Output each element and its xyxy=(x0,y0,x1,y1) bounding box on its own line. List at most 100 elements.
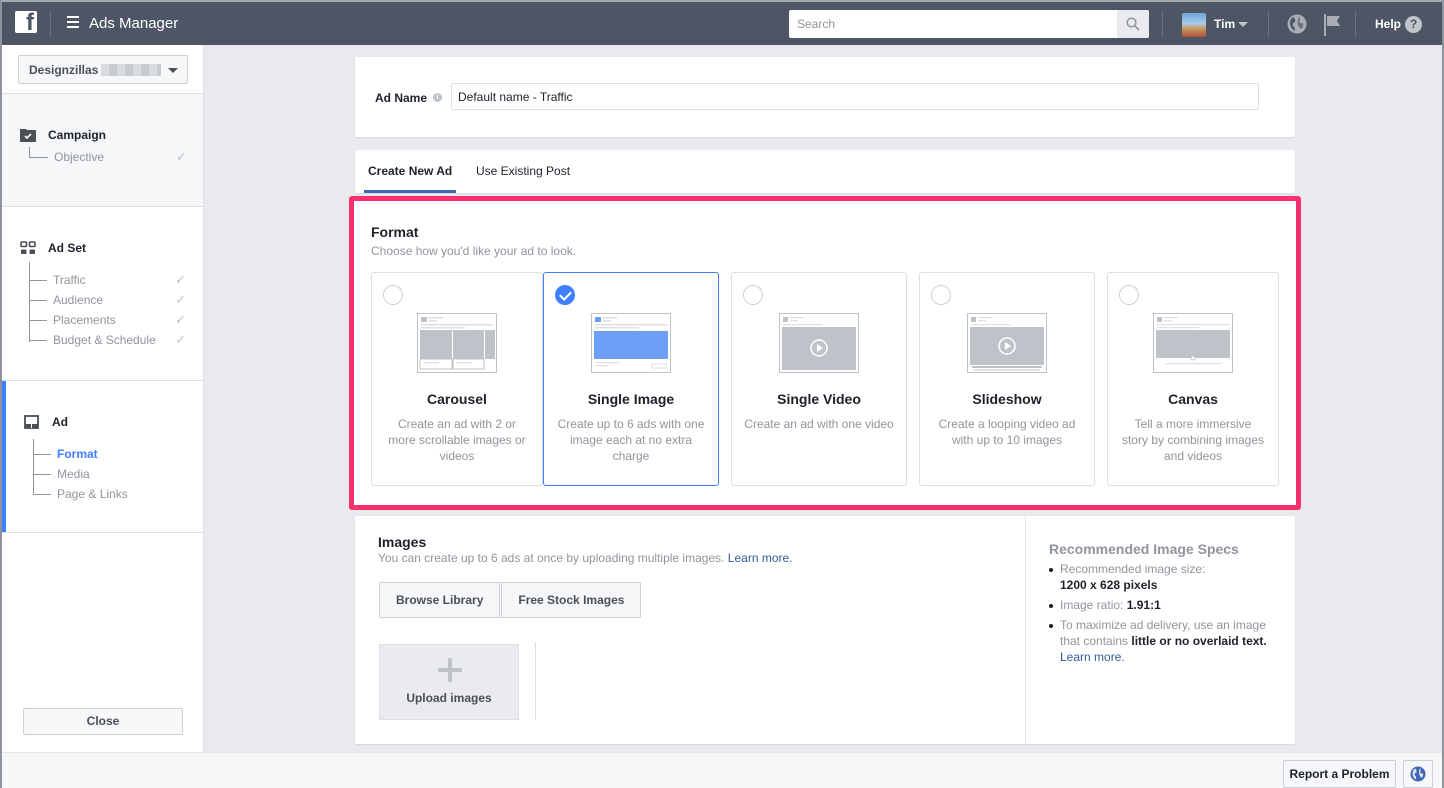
sidebar-item-campaign[interactable]: Campaign xyxy=(20,128,106,142)
spec-value: 1200 x 628 pixels xyxy=(1060,578,1158,592)
carousel-thumbnail-icon xyxy=(417,313,497,373)
sidebar-item-label: Traffic xyxy=(53,273,86,287)
flag-icon[interactable] xyxy=(1322,13,1342,37)
single-video-thumbnail-icon xyxy=(779,313,859,373)
top-navigation-bar: f Ads Manager Tim Help ? xyxy=(0,0,1444,45)
checkmark-icon: ✓ xyxy=(175,312,186,327)
sidebar-item-label: Budget & Schedule xyxy=(53,333,156,347)
redacted-account-id xyxy=(101,63,162,76)
format-subtitle: Choose how you'd like your ad to look. xyxy=(371,244,577,258)
checkmark-icon: ✓ xyxy=(175,272,186,287)
chevron-down-icon xyxy=(168,68,178,73)
plus-icon xyxy=(438,658,462,682)
recommended-image-specs: Recommended Image Specs Recommended imag… xyxy=(1049,541,1279,669)
ad-name-label: Ad Name xyxy=(375,91,428,105)
spec-value: 1.91:1 xyxy=(1126,598,1161,612)
checkmark-icon: ✓ xyxy=(175,332,186,347)
radio-button[interactable] xyxy=(1119,285,1139,305)
spec-item-text: To maximize ad delivery, use an image th… xyxy=(1049,617,1279,665)
sidebar-item-label: Format xyxy=(57,447,98,461)
divider xyxy=(535,642,536,720)
sidebar-item-audience[interactable]: Audience ✓ xyxy=(29,290,189,310)
spec-item-ratio: Image ratio: 1.91:1 xyxy=(1049,597,1279,613)
user-name[interactable]: Tim xyxy=(1214,17,1235,31)
ad-name-input[interactable] xyxy=(451,83,1259,110)
hamburger-menu-icon[interactable] xyxy=(67,16,79,30)
report-problem-button[interactable]: Report a Problem xyxy=(1283,760,1396,788)
account-selector[interactable]: Designzillas xyxy=(18,55,188,84)
format-option-single-video[interactable]: Single Video Create an ad with one video xyxy=(731,272,907,486)
sidebar-item-label: Media xyxy=(57,467,90,481)
canvas-thumbnail-icon xyxy=(1153,313,1233,373)
sidebar-item-format[interactable]: Format xyxy=(33,444,193,464)
tab-create-new-ad[interactable]: Create New Ad xyxy=(363,150,457,193)
upload-images-label: Upload images xyxy=(406,691,492,705)
chevron-down-icon[interactable] xyxy=(1238,22,1248,27)
sidebar-item-ad[interactable]: Ad xyxy=(24,415,68,429)
close-button[interactable]: Close xyxy=(23,708,183,735)
radio-button[interactable] xyxy=(383,285,403,305)
format-option-carousel[interactable]: Carousel Create an ad with 2 or more scr… xyxy=(371,272,543,486)
help-question-icon[interactable]: ? xyxy=(1405,16,1422,33)
sidebar-heading: Ad xyxy=(52,415,68,429)
divider xyxy=(1355,12,1356,36)
format-option-description: Create an ad with 2 or more scrollable i… xyxy=(388,417,526,463)
learn-more-link[interactable]: Learn more. xyxy=(728,551,793,565)
globe-icon xyxy=(1410,766,1426,782)
learn-more-link[interactable]: Learn more. xyxy=(1060,650,1125,664)
sidebar-item-budget-schedule[interactable]: Budget & Schedule ✓ xyxy=(29,330,189,350)
format-option-description: Tell a more immersive story by combining… xyxy=(1121,417,1265,463)
sidebar-item-placements[interactable]: Placements ✓ xyxy=(29,310,189,330)
ad-creation-tabs: Create New Ad Use Existing Post xyxy=(355,150,1295,193)
divider xyxy=(50,12,51,36)
format-option-single-image[interactable]: Single Image Create up to 6 ads with one… xyxy=(543,272,719,486)
format-option-canvas[interactable]: Canvas Tell a more immersive story by co… xyxy=(1107,272,1279,486)
sidebar-item-media[interactable]: Media xyxy=(33,464,193,484)
app-title[interactable]: Ads Manager xyxy=(89,15,178,32)
search-input[interactable] xyxy=(789,10,1117,38)
specs-title: Recommended Image Specs xyxy=(1049,541,1239,557)
search-button[interactable] xyxy=(1117,10,1149,38)
free-stock-images-button[interactable]: Free Stock Images xyxy=(501,582,642,618)
info-icon[interactable]: i xyxy=(433,93,442,102)
format-option-slideshow[interactable]: Slideshow Create a looping video ad with… xyxy=(919,272,1095,486)
avatar[interactable] xyxy=(1182,13,1206,37)
slideshow-thumbnail-icon xyxy=(967,313,1047,373)
checkmark-icon: ✓ xyxy=(176,149,187,164)
globe-icon[interactable] xyxy=(1287,14,1307,34)
format-option-name: Single Video xyxy=(777,391,861,407)
images-title: Images xyxy=(378,534,427,550)
sidebar-item-adset[interactable]: Ad Set xyxy=(20,241,86,255)
language-button[interactable] xyxy=(1403,760,1433,788)
sidebar-section-ad: Ad Format Media Page & Links xyxy=(2,380,203,533)
format-option-description: Create a looping video ad with up to 10 … xyxy=(938,417,1076,447)
format-option-description: Create an ad with one video xyxy=(744,417,894,431)
spec-item-size: Recommended image size: 1200 x 628 pixels xyxy=(1049,561,1279,593)
sidebar-item-page-links[interactable]: Page & Links xyxy=(33,484,193,504)
sidebar: Designzillas Campaign Objective ✓ Ad Set… xyxy=(2,45,204,752)
sidebar-item-objective[interactable]: Objective ✓ xyxy=(29,147,189,167)
ad-layout-icon xyxy=(24,415,39,429)
help-link[interactable]: Help xyxy=(1375,17,1401,31)
sidebar-section-campaign: Campaign Objective ✓ xyxy=(2,93,203,206)
divider xyxy=(1268,12,1269,36)
format-title: Format xyxy=(371,224,419,240)
upload-images-button[interactable]: Upload images xyxy=(379,644,519,720)
single-image-thumbnail-icon xyxy=(591,313,671,373)
campaign-folder-check-icon xyxy=(20,129,36,142)
images-card: Images You can create up to 6 ads at onc… xyxy=(355,516,1295,744)
browse-library-button[interactable]: Browse Library xyxy=(379,582,501,618)
sidebar-item-label: Objective xyxy=(54,150,105,164)
spec-value: little or no overlaid text. xyxy=(1131,634,1267,648)
checked-radio-icon[interactable] xyxy=(555,285,575,305)
radio-button[interactable] xyxy=(931,285,951,305)
spec-label: Recommended image size: xyxy=(1060,562,1206,576)
ad-name-card: Ad Name i xyxy=(355,57,1295,137)
format-option-name: Slideshow xyxy=(972,391,1042,407)
facebook-logo-icon[interactable]: f xyxy=(15,11,37,33)
sidebar-heading: Campaign xyxy=(48,128,107,142)
images-subtitle-text: You can create up to 6 ads at once by up… xyxy=(378,551,725,565)
radio-button[interactable] xyxy=(743,285,763,305)
tab-use-existing-post[interactable]: Use Existing Post xyxy=(476,150,570,193)
sidebar-item-traffic[interactable]: Traffic ✓ xyxy=(29,270,189,290)
